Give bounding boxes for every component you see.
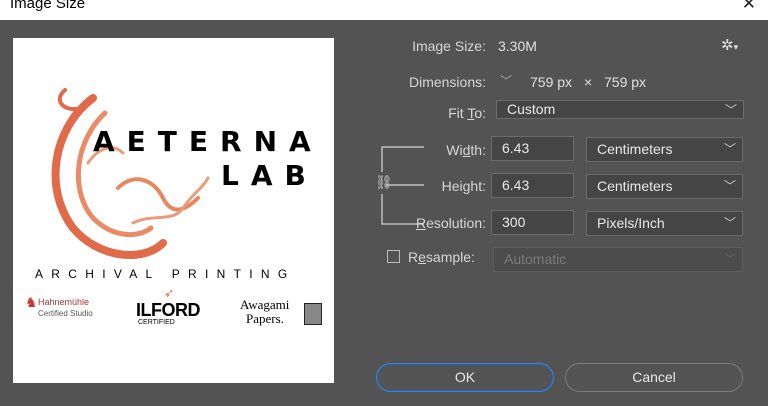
chevron-down-icon: ﹀ bbox=[723, 216, 736, 230]
chevron-down-icon: ﹀ bbox=[723, 252, 736, 266]
resolution-unit-select[interactable]: Pixels/Inch ﹀ bbox=[586, 211, 743, 236]
awagami-stamp-icon bbox=[304, 303, 322, 325]
width-unit-select[interactable]: Centimeters ﹀ bbox=[586, 137, 743, 162]
title-bar: Image Size ✕ bbox=[0, 0, 768, 20]
resample-checkbox[interactable] bbox=[387, 250, 400, 263]
fit-to-select[interactable]: Custom ﹀ bbox=[496, 100, 744, 119]
logo-tagline: ARCHIVAL PRINTING bbox=[35, 267, 296, 281]
chevron-down-icon: ﹀ bbox=[724, 103, 737, 117]
image-size-value: 3.30M bbox=[498, 38, 537, 54]
cancel-button[interactable]: Cancel bbox=[565, 363, 743, 392]
dimensions-width: 759 px bbox=[530, 74, 573, 90]
close-icon[interactable]: ✕ bbox=[742, 0, 756, 14]
fit-to-label: Fit To: bbox=[448, 105, 486, 121]
chevron-down-icon[interactable]: ﹀ bbox=[500, 72, 512, 89]
ok-button[interactable]: OK bbox=[376, 363, 554, 392]
width-input[interactable]: 6.43 bbox=[491, 136, 574, 161]
chevron-down-icon: ﹀ bbox=[723, 142, 736, 156]
phoenix-logo-icon: AETERNA LAB bbox=[51, 88, 323, 259]
image-size-label: Image Size: bbox=[412, 38, 486, 54]
height-input[interactable]: 6.43 bbox=[491, 173, 574, 198]
height-unit-select[interactable]: Centimeters ﹀ bbox=[586, 174, 743, 199]
resolution-label: Resolution: bbox=[415, 215, 486, 231]
image-preview[interactable]: AETERNA LAB ARCHIVAL PRINTING ♞ Hahnemüh… bbox=[13, 38, 334, 383]
resample-select: Automatic ﹀ bbox=[493, 247, 743, 272]
width-label: Width: bbox=[446, 142, 486, 158]
height-label: Height: bbox=[441, 178, 486, 194]
chevron-down-icon: ﹀ bbox=[723, 179, 736, 193]
dimensions-height: 759 px bbox=[604, 74, 647, 90]
logo-line-aeterna: AETERNA bbox=[93, 125, 323, 158]
dimensions-times: × bbox=[584, 74, 593, 90]
hahnemuhle-icon: ♞ bbox=[25, 294, 38, 310]
window-title: Image Size bbox=[10, 0, 86, 12]
gear-icon[interactable]: ✲▾ bbox=[721, 36, 738, 54]
dimensions-label: Dimensions: bbox=[408, 74, 486, 90]
resolution-input[interactable]: 300 bbox=[491, 210, 574, 235]
logo-line-lab: LAB bbox=[221, 159, 318, 192]
resample-label[interactable]: Resample: bbox=[408, 249, 475, 265]
ilford-feather-icon: ➶ bbox=[164, 286, 175, 300]
image-size-dialog: AETERNA LAB ARCHIVAL PRINTING ♞ Hahnemüh… bbox=[0, 20, 768, 406]
